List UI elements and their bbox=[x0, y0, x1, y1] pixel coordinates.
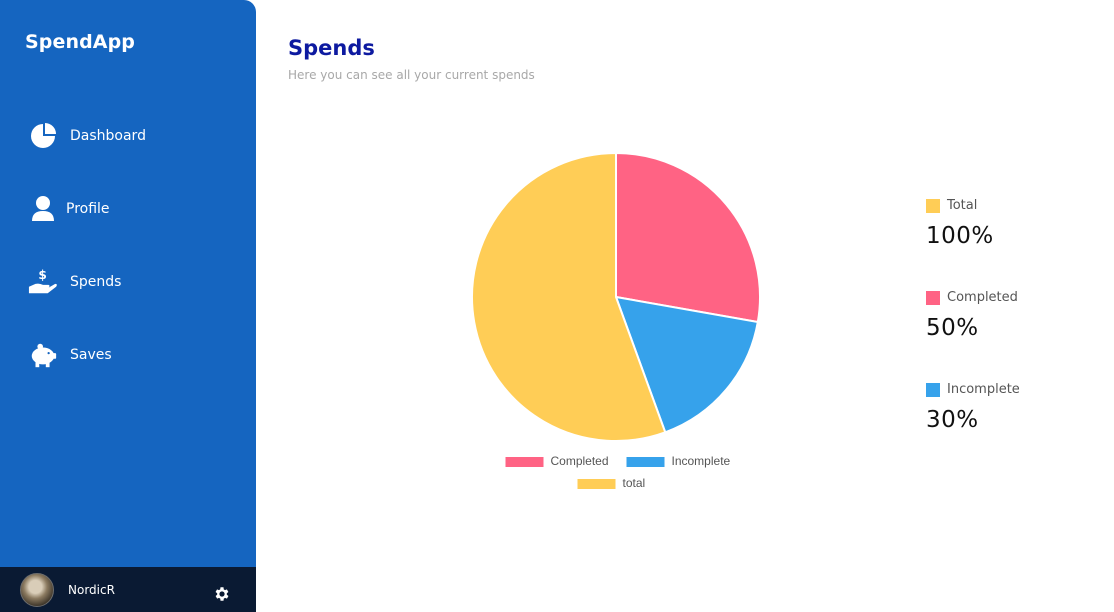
stat-total: Total 100% bbox=[926, 198, 994, 249]
pie-slice-completed[interactable] bbox=[615, 151, 761, 324]
stat-completed: Completed 50% bbox=[926, 290, 1018, 341]
pie-chart-icon bbox=[28, 121, 58, 151]
sidebar-item-label: Dashboard bbox=[70, 128, 146, 144]
completed-swatch bbox=[926, 290, 940, 305]
incomplete-swatch bbox=[926, 382, 940, 397]
svg-text:$: $ bbox=[38, 268, 46, 282]
sidebar-item-label: Saves bbox=[70, 347, 112, 363]
sidebar-item-saves[interactable]: Saves bbox=[28, 340, 112, 370]
stat-incomplete: Incomplete 30% bbox=[926, 382, 1020, 433]
legend-label-total[interactable]: total bbox=[623, 476, 646, 490]
legend-swatch-total[interactable] bbox=[577, 479, 616, 489]
stat-label: Total bbox=[947, 198, 978, 213]
avatar[interactable] bbox=[20, 572, 54, 607]
total-swatch bbox=[926, 198, 940, 213]
stat-label: Completed bbox=[947, 290, 1018, 305]
user-icon bbox=[28, 194, 58, 224]
spends-pie-chart: Completed Incomplete total bbox=[471, 151, 761, 490]
legend-label-completed[interactable]: Completed bbox=[551, 454, 609, 468]
page-subtitle: Here you can see all your current spends bbox=[288, 68, 535, 82]
gear-icon[interactable] bbox=[213, 585, 231, 603]
legend-label-incomplete[interactable]: Incomplete bbox=[672, 454, 731, 468]
sidebar-item-label: Profile bbox=[66, 201, 110, 217]
app-root: SpendApp Dashboard Profile $ Spends Save… bbox=[0, 0, 1114, 612]
stat-value: 50% bbox=[926, 315, 979, 341]
page-title: Spends bbox=[288, 36, 375, 60]
sidebar-item-spends[interactable]: $ Spends bbox=[28, 267, 121, 297]
legend-swatch-incomplete[interactable] bbox=[626, 457, 665, 467]
hand-money-icon: $ bbox=[28, 267, 58, 297]
legend-swatch-completed[interactable] bbox=[505, 457, 544, 467]
sidebar: SpendApp Dashboard Profile $ Spends Save… bbox=[0, 0, 256, 612]
username: NordicR bbox=[68, 582, 115, 597]
stat-value: 100% bbox=[926, 223, 994, 249]
piggy-bank-icon bbox=[28, 340, 58, 370]
brand-logo-text[interactable]: SpendApp bbox=[25, 31, 135, 53]
user-bar: NordicR bbox=[0, 567, 256, 612]
stat-value: 30% bbox=[926, 407, 979, 433]
sidebar-item-dashboard[interactable]: Dashboard bbox=[28, 121, 146, 151]
sidebar-item-profile[interactable]: Profile bbox=[28, 194, 110, 224]
sidebar-item-label: Spends bbox=[70, 274, 122, 290]
stat-label: Incomplete bbox=[947, 382, 1020, 397]
